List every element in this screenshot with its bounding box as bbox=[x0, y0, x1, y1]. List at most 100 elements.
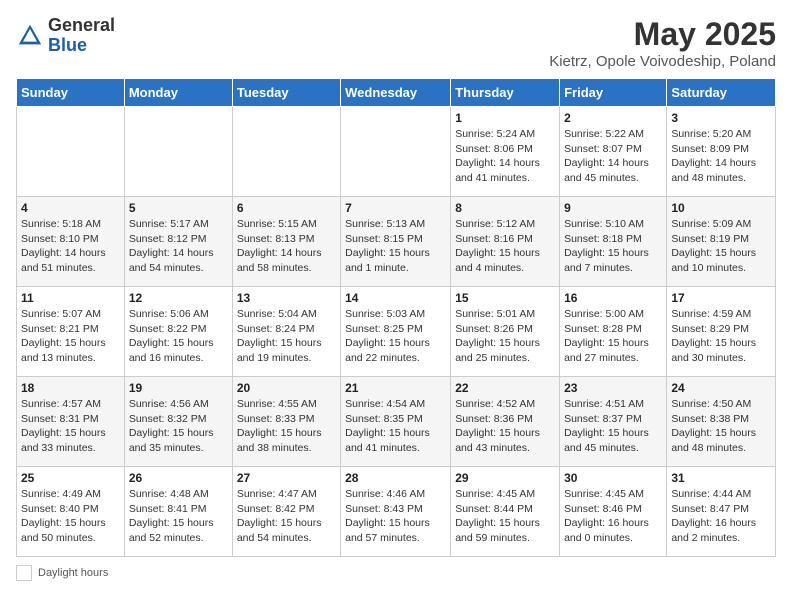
day-info: Sunrise: 4:46 AM Sunset: 8:43 PM Dayligh… bbox=[345, 487, 446, 546]
day-info: Sunrise: 5:01 AM Sunset: 8:26 PM Dayligh… bbox=[455, 307, 555, 366]
calendar-cell bbox=[232, 107, 340, 197]
calendar-cell: 30 Sunrise: 4:45 AM Sunset: 8:46 PM Dayli… bbox=[560, 467, 667, 557]
day-number: 17 bbox=[671, 291, 771, 305]
subtitle: Kietrz, Opole Voivodeship, Poland bbox=[549, 53, 776, 70]
calendar-cell: 22 Sunrise: 4:52 AM Sunset: 8:36 PM Dayli… bbox=[451, 377, 560, 467]
calendar-cell: 2 Sunrise: 5:22 AM Sunset: 8:07 PM Daylig… bbox=[560, 107, 667, 197]
calendar-cell: 1 Sunrise: 5:24 AM Sunset: 8:06 PM Daylig… bbox=[451, 107, 560, 197]
day-info: Sunrise: 5:22 AM Sunset: 8:07 PM Dayligh… bbox=[564, 127, 662, 186]
daylight-label: Daylight hours bbox=[38, 567, 108, 579]
calendar-cell: 23 Sunrise: 4:51 AM Sunset: 8:37 PM Dayli… bbox=[560, 377, 667, 467]
day-info: Sunrise: 5:03 AM Sunset: 8:25 PM Dayligh… bbox=[345, 307, 446, 366]
calendar-header-row: SundayMondayTuesdayWednesdayThursdayFrid… bbox=[17, 79, 776, 107]
calendar-cell: 28 Sunrise: 4:46 AM Sunset: 8:43 PM Dayli… bbox=[341, 467, 451, 557]
day-info: Sunrise: 5:17 AM Sunset: 8:12 PM Dayligh… bbox=[129, 217, 228, 276]
calendar-cell: 5 Sunrise: 5:17 AM Sunset: 8:12 PM Daylig… bbox=[124, 197, 232, 287]
calendar-header-monday: Monday bbox=[124, 79, 232, 107]
calendar-week-row: 18 Sunrise: 4:57 AM Sunset: 8:31 PM Dayli… bbox=[17, 377, 776, 467]
day-info: Sunrise: 4:55 AM Sunset: 8:33 PM Dayligh… bbox=[237, 397, 336, 456]
day-number: 23 bbox=[564, 381, 662, 395]
day-number: 12 bbox=[129, 291, 228, 305]
calendar-cell: 31Sunrise: 4:44 AM Sunset: 8:47 PM Dayli… bbox=[667, 467, 776, 557]
day-number: 14 bbox=[345, 291, 446, 305]
calendar-cell: 20 Sunrise: 4:55 AM Sunset: 8:33 PM Dayli… bbox=[232, 377, 340, 467]
day-number: 19 bbox=[129, 381, 228, 395]
day-info: Sunrise: 4:48 AM Sunset: 8:41 PM Dayligh… bbox=[129, 487, 228, 546]
calendar-cell bbox=[341, 107, 451, 197]
day-info: Sunrise: 5:07 AM Sunset: 8:21 PM Dayligh… bbox=[21, 307, 120, 366]
calendar-cell: 18 Sunrise: 4:57 AM Sunset: 8:31 PM Dayli… bbox=[17, 377, 125, 467]
day-number: 18 bbox=[21, 381, 120, 395]
day-number: 30 bbox=[564, 471, 662, 485]
day-number: 3 bbox=[671, 111, 771, 125]
day-number: 13 bbox=[237, 291, 336, 305]
day-number: 22 bbox=[455, 381, 555, 395]
title-block: May 2025 Kietrz, Opole Voivodeship, Pola… bbox=[549, 16, 776, 70]
logo-text: General Blue bbox=[48, 16, 115, 56]
logo-blue: Blue bbox=[48, 36, 115, 56]
calendar-cell: 21 Sunrise: 4:54 AM Sunset: 8:35 PM Dayli… bbox=[341, 377, 451, 467]
calendar-header-tuesday: Tuesday bbox=[232, 79, 340, 107]
page-header: General Blue May 2025 Kietrz, Opole Voiv… bbox=[16, 16, 776, 70]
calendar-cell: 6 Sunrise: 5:15 AM Sunset: 8:13 PM Daylig… bbox=[232, 197, 340, 287]
main-title: May 2025 bbox=[549, 16, 776, 53]
day-number: 25 bbox=[21, 471, 120, 485]
day-number: 9 bbox=[564, 201, 662, 215]
day-info: Sunrise: 4:45 AM Sunset: 8:44 PM Dayligh… bbox=[455, 487, 555, 546]
day-number: 4 bbox=[21, 201, 120, 215]
day-number: 31 bbox=[671, 471, 771, 485]
day-number: 21 bbox=[345, 381, 446, 395]
day-number: 27 bbox=[237, 471, 336, 485]
calendar-cell: 9 Sunrise: 5:10 AM Sunset: 8:18 PM Daylig… bbox=[560, 197, 667, 287]
day-number: 6 bbox=[237, 201, 336, 215]
day-info: Sunrise: 4:59 AM Sunset: 8:29 PM Dayligh… bbox=[671, 307, 771, 366]
footer: Daylight hours bbox=[16, 565, 776, 581]
day-number: 11 bbox=[21, 291, 120, 305]
calendar-week-row: 4Sunrise: 5:18 AM Sunset: 8:10 PM Daylig… bbox=[17, 197, 776, 287]
day-number: 20 bbox=[237, 381, 336, 395]
calendar-cell: 26Sunrise: 4:48 AM Sunset: 8:41 PM Dayli… bbox=[124, 467, 232, 557]
day-info: Sunrise: 5:24 AM Sunset: 8:06 PM Dayligh… bbox=[455, 127, 555, 186]
day-info: Sunrise: 5:20 AM Sunset: 8:09 PM Dayligh… bbox=[671, 127, 771, 186]
calendar-cell: 16Sunrise: 5:00 AM Sunset: 8:28 PM Dayli… bbox=[560, 287, 667, 377]
day-info: Sunrise: 5:15 AM Sunset: 8:13 PM Dayligh… bbox=[237, 217, 336, 276]
day-number: 28 bbox=[345, 471, 446, 485]
day-number: 2 bbox=[564, 111, 662, 125]
calendar-header-wednesday: Wednesday bbox=[341, 79, 451, 107]
day-info: Sunrise: 5:10 AM Sunset: 8:18 PM Dayligh… bbox=[564, 217, 662, 276]
calendar-cell: 13 Sunrise: 5:04 AM Sunset: 8:24 PM Dayli… bbox=[232, 287, 340, 377]
calendar-cell: 15 Sunrise: 5:01 AM Sunset: 8:26 PM Dayli… bbox=[451, 287, 560, 377]
calendar-cell bbox=[17, 107, 125, 197]
day-info: Sunrise: 5:06 AM Sunset: 8:22 PM Dayligh… bbox=[129, 307, 228, 366]
calendar-cell: 8Sunrise: 5:12 AM Sunset: 8:16 PM Daylig… bbox=[451, 197, 560, 287]
calendar-week-row: 1 Sunrise: 5:24 AM Sunset: 8:06 PM Daylig… bbox=[17, 107, 776, 197]
day-number: 8 bbox=[455, 201, 555, 215]
day-info: Sunrise: 4:54 AM Sunset: 8:35 PM Dayligh… bbox=[345, 397, 446, 456]
day-number: 5 bbox=[129, 201, 228, 215]
day-info: Sunrise: 4:52 AM Sunset: 8:36 PM Dayligh… bbox=[455, 397, 555, 456]
logo: General Blue bbox=[16, 16, 115, 56]
day-number: 7 bbox=[345, 201, 446, 215]
day-info: Sunrise: 4:57 AM Sunset: 8:31 PM Dayligh… bbox=[21, 397, 120, 456]
daylight-box bbox=[16, 565, 32, 581]
day-info: Sunrise: 4:56 AM Sunset: 8:32 PM Dayligh… bbox=[129, 397, 228, 456]
day-info: Sunrise: 4:50 AM Sunset: 8:38 PM Dayligh… bbox=[671, 397, 771, 456]
day-info: Sunrise: 5:13 AM Sunset: 8:15 PM Dayligh… bbox=[345, 217, 446, 276]
calendar-cell: 24 Sunrise: 4:50 AM Sunset: 8:38 PM Dayli… bbox=[667, 377, 776, 467]
calendar-header-saturday: Saturday bbox=[667, 79, 776, 107]
calendar-table: SundayMondayTuesdayWednesdayThursdayFrid… bbox=[16, 78, 776, 557]
calendar-cell: 29 Sunrise: 4:45 AM Sunset: 8:44 PM Dayli… bbox=[451, 467, 560, 557]
calendar-cell: 7 Sunrise: 5:13 AM Sunset: 8:15 PM Daylig… bbox=[341, 197, 451, 287]
calendar-header-friday: Friday bbox=[560, 79, 667, 107]
calendar-cell: 12 Sunrise: 5:06 AM Sunset: 8:22 PM Dayli… bbox=[124, 287, 232, 377]
calendar-cell: 4Sunrise: 5:18 AM Sunset: 8:10 PM Daylig… bbox=[17, 197, 125, 287]
day-info: Sunrise: 5:04 AM Sunset: 8:24 PM Dayligh… bbox=[237, 307, 336, 366]
day-info: Sunrise: 4:51 AM Sunset: 8:37 PM Dayligh… bbox=[564, 397, 662, 456]
calendar-cell: 17 Sunrise: 4:59 AM Sunset: 8:29 PM Dayli… bbox=[667, 287, 776, 377]
day-info: Sunrise: 4:45 AM Sunset: 8:46 PM Dayligh… bbox=[564, 487, 662, 546]
day-number: 1 bbox=[455, 111, 555, 125]
day-number: 24 bbox=[671, 381, 771, 395]
day-number: 29 bbox=[455, 471, 555, 485]
day-info: Sunrise: 5:09 AM Sunset: 8:19 PM Dayligh… bbox=[671, 217, 771, 276]
day-number: 15 bbox=[455, 291, 555, 305]
